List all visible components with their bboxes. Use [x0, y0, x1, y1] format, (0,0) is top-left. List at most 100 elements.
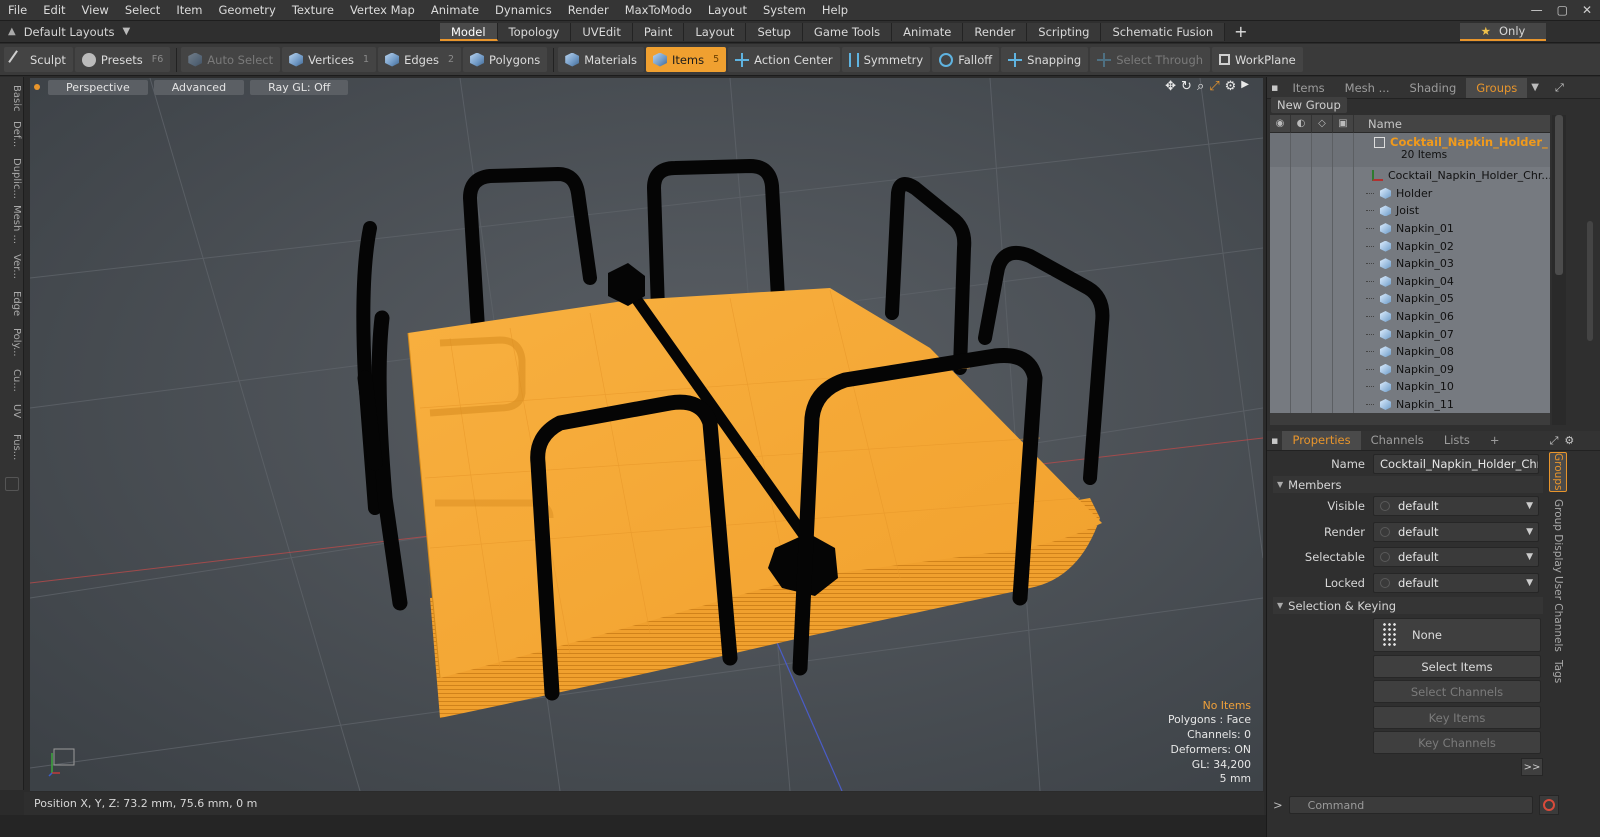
menu-texture[interactable]: Texture: [284, 0, 342, 21]
row-toggle-cell[interactable]: [1270, 254, 1291, 273]
row-toggle-cell[interactable]: [1291, 219, 1312, 238]
row-toggle-cell[interactable]: [1270, 167, 1291, 185]
list-item[interactable]: Napkin_03: [1270, 254, 1550, 273]
row-toggle-cell[interactable]: [1333, 184, 1354, 203]
menu-vertex-map[interactable]: Vertex Map: [342, 0, 423, 21]
row-toggle-cell[interactable]: [1291, 290, 1312, 308]
left-tab-duplicate[interactable]: Duplic...: [2, 155, 22, 201]
tab-shading[interactable]: Shading: [1400, 78, 1467, 98]
render-dropdown[interactable]: default ▼: [1373, 522, 1539, 542]
left-tab-curve[interactable]: Cu...: [2, 365, 22, 395]
tab-layout[interactable]: Layout: [684, 22, 747, 41]
key-items-button[interactable]: Key Items: [1373, 706, 1541, 729]
items-button[interactable]: Items 5: [645, 47, 727, 72]
viewport-dot-icon[interactable]: [34, 84, 40, 90]
left-tab-uv[interactable]: UV: [2, 399, 22, 423]
tab-paint[interactable]: Paint: [632, 22, 685, 41]
row-toggle-cell[interactable]: [1312, 219, 1333, 238]
row-toggle-cell[interactable]: [1270, 307, 1291, 326]
row-toggle-cell[interactable]: [1291, 184, 1312, 203]
row-toggle-cell[interactable]: [1291, 360, 1312, 379]
menu-dynamics[interactable]: Dynamics: [487, 0, 560, 21]
row-toggle-cell[interactable]: [1270, 237, 1291, 255]
selectable-dropdown[interactable]: default ▼: [1373, 547, 1539, 567]
row-toggle-cell[interactable]: [1333, 167, 1354, 185]
expand-button[interactable]: >>: [1521, 758, 1543, 776]
left-tab-collapse-button[interactable]: [5, 477, 19, 491]
row-toggle-cell[interactable]: [1333, 237, 1354, 255]
scrollbar-thumb[interactable]: [1587, 221, 1593, 341]
layout-selector[interactable]: ▲ Default Layouts ▼: [0, 25, 440, 39]
left-tab-vertex[interactable]: Ver...: [2, 249, 22, 283]
row-toggle-cell[interactable]: [1270, 290, 1291, 308]
tab-groups[interactable]: Groups: [1466, 77, 1528, 98]
scrollbar-thumb[interactable]: [1555, 115, 1563, 275]
visibility-toggle-icon[interactable]: [1270, 133, 1291, 167]
select-channels-button[interactable]: Select Channels: [1373, 680, 1541, 703]
new-group-button[interactable]: New Group: [1271, 97, 1347, 113]
side-tab-user-channels[interactable]: User Channels: [1549, 576, 1567, 652]
row-toggle-cell[interactable]: [1270, 342, 1291, 361]
row-toggle-cell[interactable]: [1270, 325, 1291, 343]
locked-dropdown[interactable]: default ▼: [1373, 573, 1539, 593]
list-item[interactable]: Napkin_11: [1270, 395, 1550, 414]
render-toggle-icon[interactable]: [1291, 133, 1312, 167]
row-toggle-cell[interactable]: [1333, 395, 1354, 414]
menu-help[interactable]: Help: [814, 0, 856, 21]
tab-mesh[interactable]: Mesh ...: [1335, 78, 1400, 98]
tab-channels[interactable]: Channels: [1361, 431, 1434, 450]
lock-toggle[interactable]: [1333, 133, 1354, 167]
viewport-scene[interactable]: [30, 78, 1263, 791]
zoom-view-icon[interactable]: ⌕: [1197, 79, 1204, 94]
row-toggle-cell[interactable]: [1291, 254, 1312, 273]
tab-scripting[interactable]: Scripting: [1027, 22, 1102, 41]
symmetry-button[interactable]: Symmetry: [841, 47, 931, 72]
row-toggle-cell[interactable]: [1312, 272, 1333, 291]
list-item[interactable]: Napkin_09: [1270, 360, 1550, 379]
tab-properties[interactable]: Properties: [1282, 431, 1361, 450]
menu-system[interactable]: System: [755, 0, 814, 21]
key-channels-button[interactable]: Key Channels: [1373, 731, 1541, 754]
perspective-button[interactable]: Perspective: [48, 79, 148, 95]
tab-setup[interactable]: Setup: [746, 22, 803, 41]
list-item[interactable]: Napkin_02: [1270, 237, 1550, 255]
lock-column-icon[interactable]: ▣: [1333, 115, 1354, 133]
menu-maxtomodo[interactable]: MaxToModo: [617, 0, 700, 21]
row-toggle-cell[interactable]: [1291, 307, 1312, 326]
menu-item[interactable]: Item: [168, 0, 210, 21]
row-toggle-cell[interactable]: [1312, 378, 1333, 396]
row-toggle-cell[interactable]: [1291, 167, 1312, 185]
left-tab-polygon[interactable]: Poly...: [2, 323, 22, 361]
row-toggle-cell[interactable]: [1270, 378, 1291, 396]
row-toggle-cell[interactable]: [1333, 325, 1354, 343]
rotate-view-icon[interactable]: ↻: [1181, 79, 1192, 94]
action-center-button[interactable]: Action Center: [728, 47, 840, 72]
tab-render[interactable]: Render: [963, 22, 1028, 41]
render-column-icon[interactable]: ◐: [1291, 115, 1312, 133]
row-toggle-cell[interactable]: [1333, 342, 1354, 361]
list-item[interactable]: Napkin_07: [1270, 325, 1550, 343]
menu-render[interactable]: Render: [560, 0, 617, 21]
only-button[interactable]: ★ Only: [1460, 22, 1546, 41]
advanced-button[interactable]: Advanced: [153, 79, 245, 95]
row-toggle-cell[interactable]: [1312, 325, 1333, 343]
side-tab-group-display[interactable]: Group Display: [1549, 499, 1567, 573]
tab-uvedit[interactable]: UVEdit: [571, 22, 633, 41]
row-toggle-cell[interactable]: [1312, 307, 1333, 326]
row-toggle-cell[interactable]: [1333, 290, 1354, 308]
selection-keying-section[interactable]: ▼ Selection & Keying: [1273, 597, 1543, 614]
row-toggle-cell[interactable]: [1270, 395, 1291, 414]
tree-scrollbar[interactable]: [1552, 115, 1566, 425]
row-toggle-cell[interactable]: [1270, 360, 1291, 379]
name-input[interactable]: Cocktail_Napkin_Holder_Chrome_: [1373, 454, 1539, 474]
list-item[interactable]: Napkin_10: [1270, 378, 1550, 396]
row-toggle-cell[interactable]: [1291, 395, 1312, 414]
panel-scrollbar[interactable]: [1583, 101, 1597, 427]
minimize-icon[interactable]: —: [1531, 3, 1543, 17]
row-toggle-cell[interactable]: [1333, 360, 1354, 379]
row-toggle-cell[interactable]: [1312, 254, 1333, 273]
command-history-button[interactable]: [1538, 795, 1559, 815]
list-item[interactable]: Napkin_05: [1270, 290, 1550, 308]
side-tab-groups[interactable]: Groups: [1549, 452, 1567, 492]
row-toggle-cell[interactable]: [1333, 202, 1354, 220]
